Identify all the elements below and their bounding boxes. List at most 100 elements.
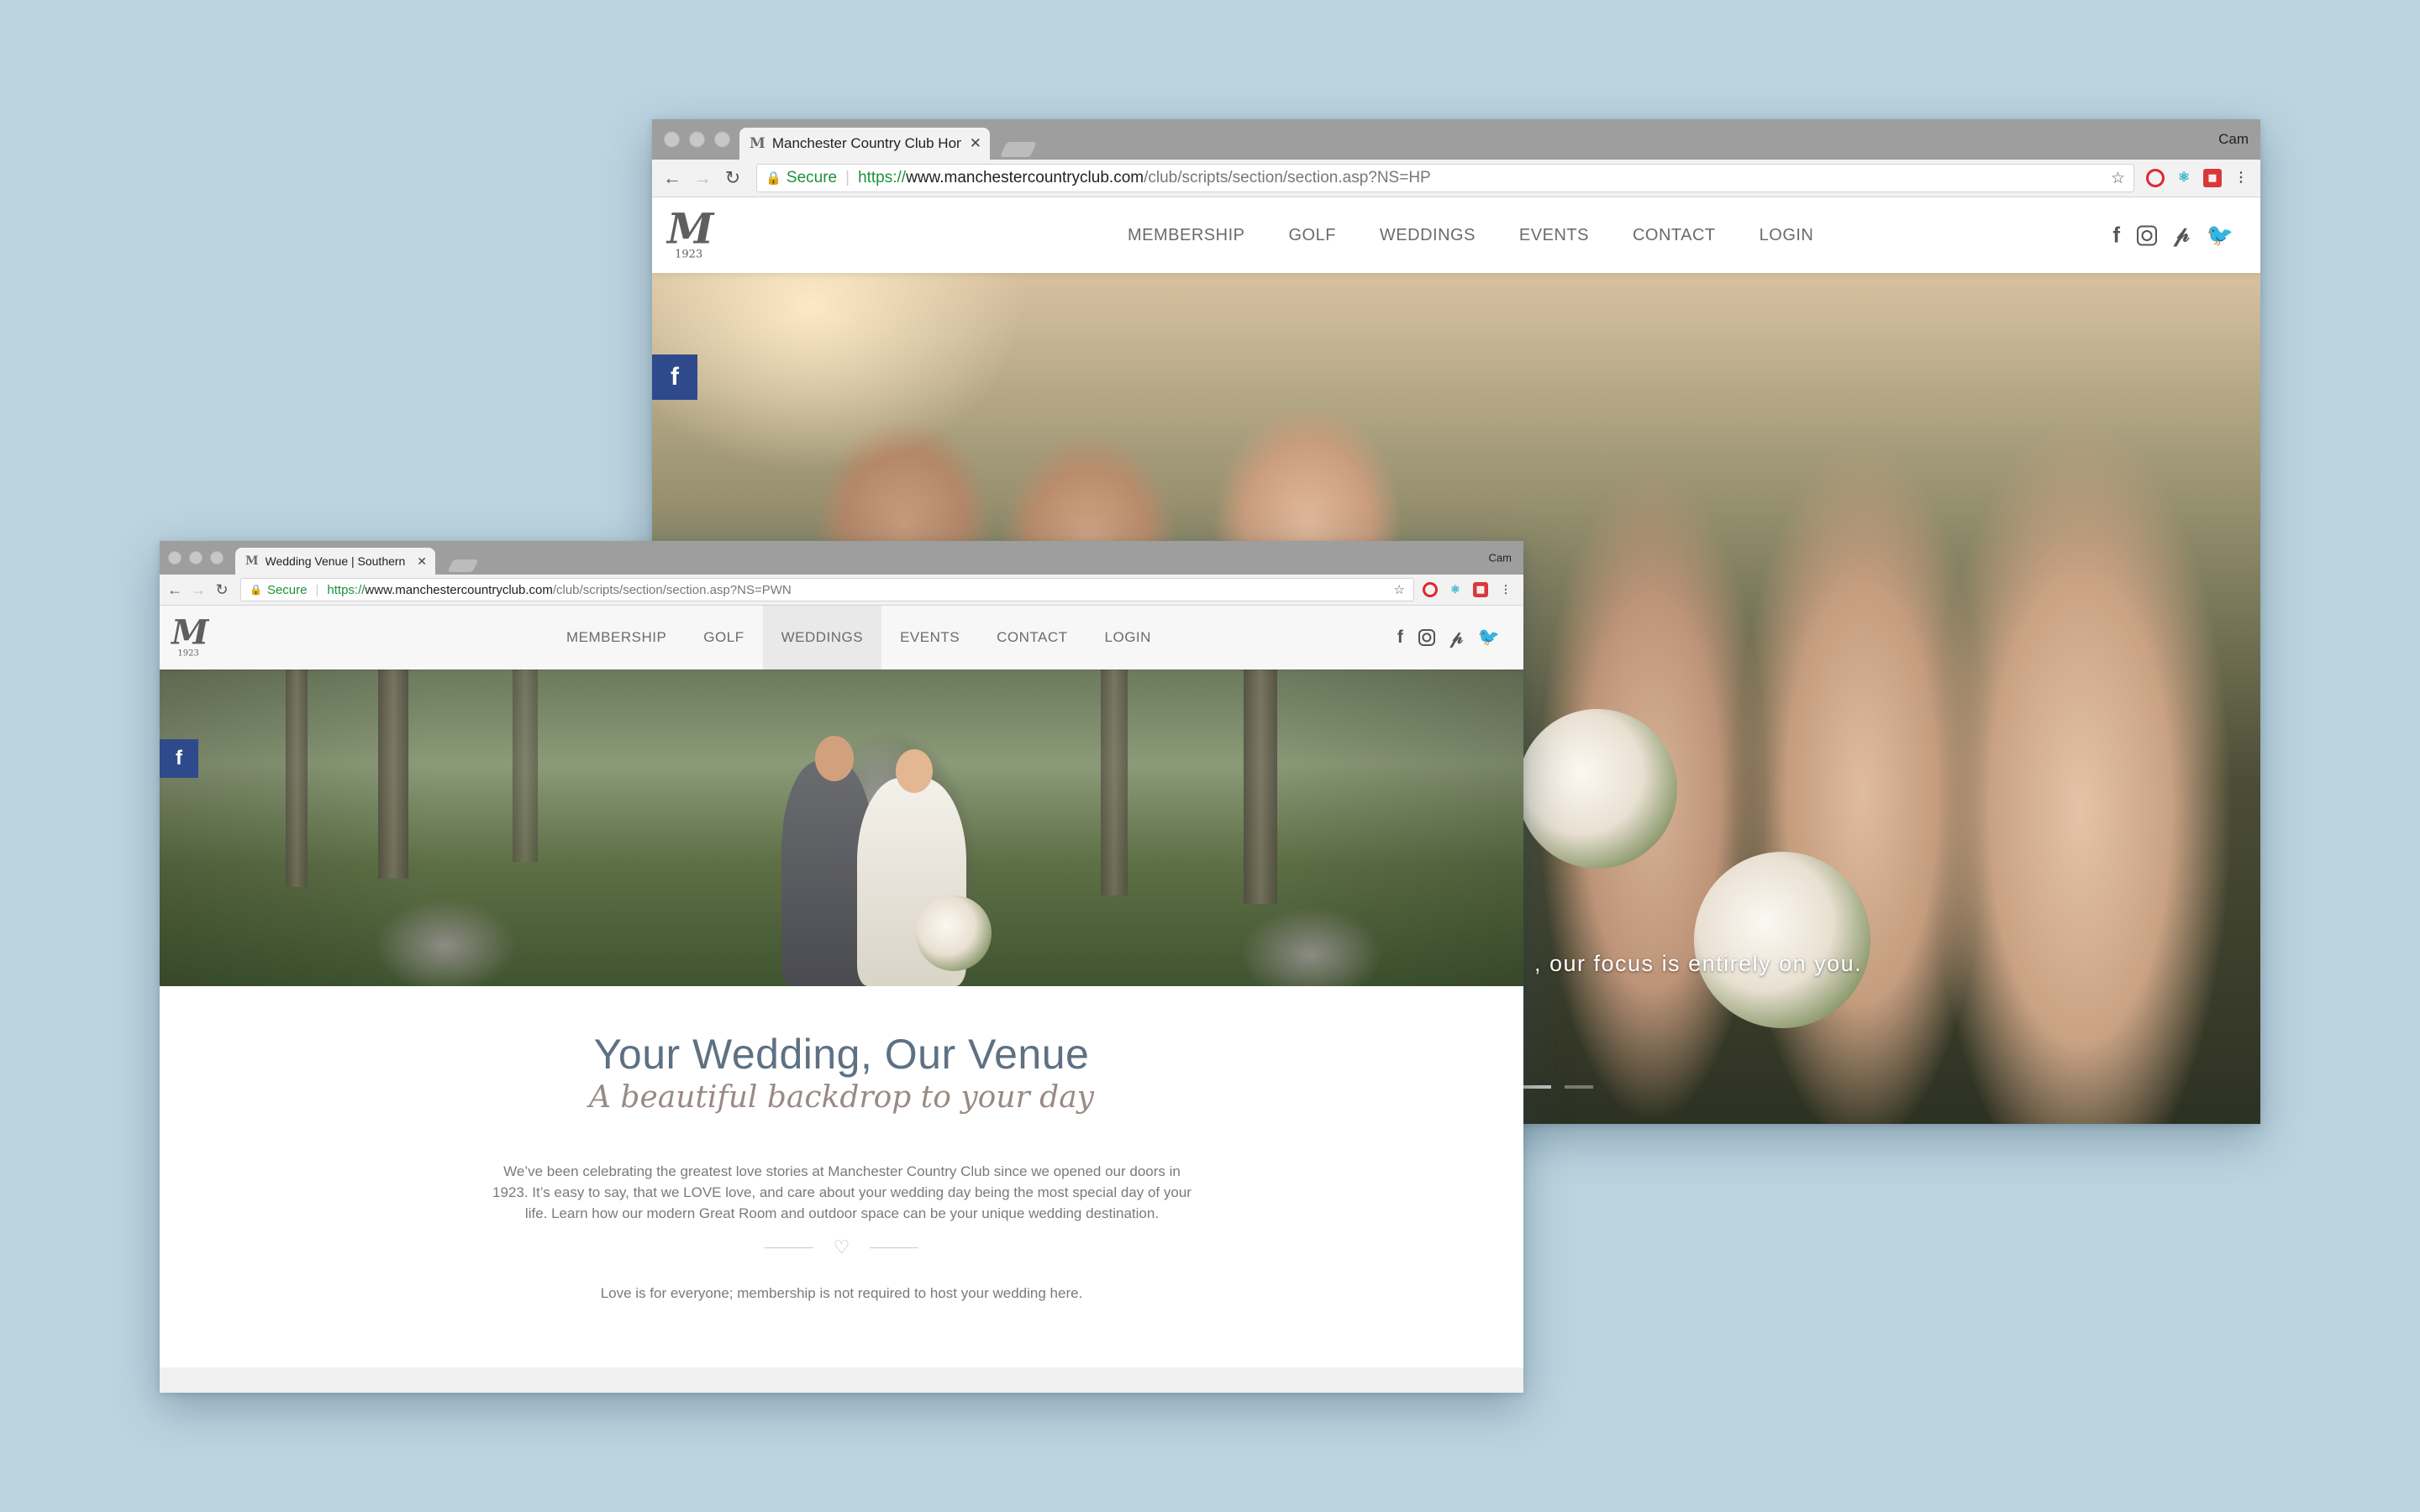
calendar-extension-icon[interactable]: ▦ bbox=[1473, 582, 1488, 597]
site-header: M 1923 MEMBERSHIP GOLF WEDDINGS EVENTS C… bbox=[652, 197, 2260, 273]
url-path: /club/scripts/section/section.asp?NS=HP bbox=[1144, 169, 1431, 186]
tree-trunk bbox=[378, 669, 408, 879]
footer-strip bbox=[160, 1368, 1523, 1393]
pinterest-icon[interactable]: 𝓅 bbox=[1450, 627, 1463, 648]
secure-label: Secure bbox=[786, 169, 838, 186]
url-path: /club/scripts/section/section.asp?NS=PWN bbox=[552, 582, 792, 597]
logo-mark: M bbox=[171, 612, 208, 653]
hero-caption: , our focus is entirely on you. bbox=[1534, 951, 1863, 976]
facebook-share-tab[interactable]: f bbox=[160, 739, 198, 778]
lock-icon: 🔒 bbox=[250, 584, 262, 596]
instagram-icon[interactable] bbox=[2137, 225, 2158, 245]
twitter-icon[interactable]: 🐦 bbox=[1478, 627, 1500, 648]
tab-title: Manchester Country Club Hom bbox=[771, 135, 961, 151]
club-logo[interactable]: M 1923 bbox=[667, 203, 713, 261]
bouquet-image bbox=[1518, 709, 1677, 869]
new-tab-button[interactable] bbox=[447, 559, 479, 572]
site-favicon-icon: M bbox=[245, 554, 259, 568]
tree-trunk bbox=[1101, 669, 1128, 895]
browser-tab[interactable]: M Manchester Country Club Hom ✕ bbox=[739, 128, 990, 160]
reload-icon[interactable]: ↻ bbox=[718, 167, 748, 189]
browser-tab[interactable]: M Wedding Venue | Southern NH ✕ bbox=[235, 548, 435, 575]
bookmark-star-icon[interactable]: ☆ bbox=[1394, 582, 1405, 597]
tab-strip: M Manchester Country Club Hom ✕ Cam bbox=[652, 119, 2260, 160]
groom-head bbox=[815, 736, 854, 781]
minimize-window-button[interactable] bbox=[189, 551, 203, 564]
browser-menu-icon[interactable]: ⋮ bbox=[2232, 169, 2250, 187]
close-tab-icon[interactable]: ✕ bbox=[970, 135, 981, 152]
main-nav: MEMBERSHIP GOLF WEDDINGS EVENTS CONTACT … bbox=[1106, 197, 1835, 273]
close-window-button[interactable] bbox=[664, 131, 680, 148]
logo-mark: M bbox=[667, 203, 713, 254]
back-arrow-icon[interactable]: ← bbox=[163, 581, 187, 599]
instagram-icon[interactable] bbox=[1418, 629, 1435, 646]
nav-events[interactable]: EVENTS bbox=[1497, 197, 1611, 273]
pinterest-icon[interactable]: 𝓅 bbox=[2174, 223, 2190, 249]
nav-weddings[interactable]: WEDDINGS bbox=[762, 606, 882, 669]
extensions: ⚛ ▦ ⋮ bbox=[1423, 582, 1513, 597]
nav-login[interactable]: LOGIN bbox=[1738, 197, 1836, 273]
reload-icon[interactable]: ↻ bbox=[210, 581, 234, 599]
close-tab-icon[interactable]: ✕ bbox=[417, 554, 427, 569]
nav-membership[interactable]: MEMBERSHIP bbox=[548, 606, 685, 669]
nav-contact[interactable]: CONTACT bbox=[978, 606, 1086, 669]
react-extension-icon[interactable]: ⚛ bbox=[2175, 169, 2193, 187]
forward-arrow-icon[interactable]: → bbox=[187, 581, 210, 599]
minimize-window-button[interactable] bbox=[689, 131, 705, 148]
intro-paragraph: We’ve been celebrating the greatest love… bbox=[492, 1163, 1192, 1221]
club-logo[interactable]: M 1923 bbox=[171, 612, 208, 659]
heart-divider: ♡ bbox=[160, 1238, 1523, 1257]
browser-toolbar: ← → ↻ 🔒 Secure | https:// www.manchester… bbox=[160, 575, 1523, 606]
browser-menu-icon[interactable]: ⋮ bbox=[1498, 582, 1513, 597]
facebook-icon[interactable]: f bbox=[2112, 223, 2120, 249]
nav-weddings[interactable]: WEDDINGS bbox=[1358, 197, 1497, 273]
profile-name[interactable]: Cam bbox=[2218, 131, 2249, 148]
browser-toolbar: ← → ↻ 🔒 Secure | https:// www.manchester… bbox=[652, 160, 2260, 197]
url-host: www.manchestercountryclub.com bbox=[906, 169, 1144, 186]
new-tab-button[interactable] bbox=[999, 142, 1038, 157]
close-window-button[interactable] bbox=[168, 551, 182, 564]
nav-contact[interactable]: CONTACT bbox=[1611, 197, 1738, 273]
url-scheme: https:// bbox=[858, 169, 907, 186]
url-host: www.manchestercountryclub.com bbox=[365, 582, 553, 597]
window-controls[interactable] bbox=[664, 131, 730, 148]
main-nav: MEMBERSHIP GOLF WEDDINGS EVENTS CONTACT … bbox=[548, 606, 1170, 669]
bouquet-image bbox=[1694, 852, 1870, 1028]
opera-extension-icon[interactable] bbox=[2146, 169, 2165, 187]
divider-line bbox=[764, 1247, 813, 1248]
opera-extension-icon[interactable] bbox=[1423, 582, 1438, 597]
nav-login[interactable]: LOGIN bbox=[1086, 606, 1170, 669]
bookmark-star-icon[interactable]: ☆ bbox=[2111, 169, 2125, 188]
back-arrow-icon[interactable]: ← bbox=[657, 167, 687, 189]
heart-icon: ♡ bbox=[833, 1236, 850, 1257]
facebook-share-tab[interactable]: f bbox=[652, 354, 697, 400]
react-extension-icon[interactable]: ⚛ bbox=[1448, 582, 1463, 597]
slider-indicators bbox=[1523, 1085, 1593, 1089]
site-favicon-icon: M bbox=[750, 135, 765, 152]
nav-membership[interactable]: MEMBERSHIP bbox=[1106, 197, 1266, 273]
twitter-icon[interactable]: 🐦 bbox=[2207, 223, 2233, 249]
profile-name[interactable]: Cam bbox=[1489, 552, 1512, 564]
nav-events[interactable]: EVENTS bbox=[881, 606, 978, 669]
address-bar[interactable]: 🔒 Secure | https:// www.manchestercountr… bbox=[756, 164, 2134, 192]
address-bar[interactable]: 🔒 Secure | https:// www.manchestercountr… bbox=[240, 578, 1414, 601]
address-divider: | bbox=[845, 169, 850, 186]
address-divider: | bbox=[315, 582, 319, 597]
bouquet-image bbox=[916, 895, 992, 971]
slide-indicator[interactable] bbox=[1565, 1085, 1593, 1089]
facebook-icon[interactable]: f bbox=[1397, 627, 1403, 648]
window-controls[interactable] bbox=[168, 551, 224, 564]
hero-couple-photo bbox=[160, 669, 1523, 986]
nav-golf[interactable]: GOLF bbox=[685, 606, 762, 669]
zoom-window-button[interactable] bbox=[210, 551, 224, 564]
facebook-icon: f bbox=[671, 363, 679, 391]
membership-note: Love is for everyone; membership is not … bbox=[600, 1285, 1083, 1301]
nav-golf[interactable]: GOLF bbox=[1266, 197, 1357, 273]
slide-indicator[interactable] bbox=[1523, 1085, 1551, 1089]
forward-arrow-icon[interactable]: → bbox=[687, 167, 718, 189]
calendar-extension-icon[interactable]: ▦ bbox=[2203, 169, 2222, 187]
browser-window-weddings: M Wedding Venue | Southern NH ✕ Cam ← → … bbox=[160, 541, 1523, 1393]
page-title: Your Wedding, Our Venue bbox=[593, 1031, 1090, 1078]
tree-trunk bbox=[286, 669, 308, 887]
zoom-window-button[interactable] bbox=[714, 131, 730, 148]
